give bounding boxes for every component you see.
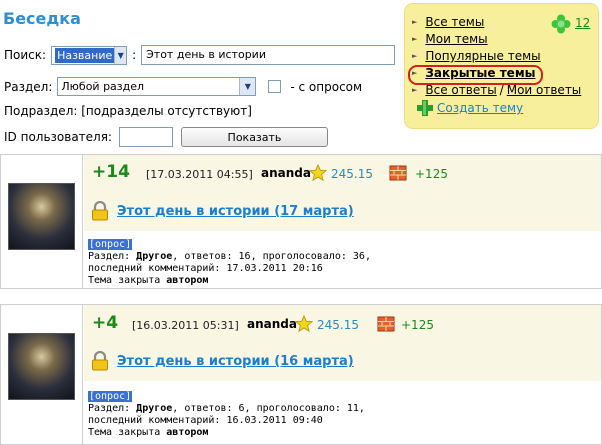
topic-card: +4 [16.03.2011 05:31] ananda 245.15 +125… [0,304,602,445]
menu-link-closed[interactable]: Закрытые темы [425,66,535,80]
topic-title: Этот день в истории (17 марта) [117,204,354,219]
user-id-label: ID пользователя: [4,130,112,144]
show-button[interactable]: Показать [180,127,328,147]
topic-date: [16.03.2011 05:31] [132,319,239,332]
meta-stats: , ответов: 16, проголосовало: 36, [172,251,371,262]
author-rating: 245.15 [331,167,373,181]
star-icon [309,164,327,182]
topic-card: +14 [17.03.2011 04:55] ananda 245.15 +12… [0,154,602,289]
poll-checkbox[interactable] [268,80,282,93]
author-rating: 245.15 [317,318,359,332]
section-row: Раздел: Любой раздел ▼ - с опросом [4,77,362,96]
menu-item-answers: ► Все ответы / Мои ответы [412,83,581,97]
menu-link-popular[interactable]: Популярные темы [425,49,540,63]
search-colon: : [132,48,137,62]
bullet-icon: ► [412,86,418,94]
brick-icon [377,316,395,332]
section-label: Раздел: [4,79,53,94]
chevron-down-icon: ▼ [114,46,127,64]
bullet-icon: ► [412,18,418,26]
meta-closed-by: автором [166,427,209,438]
bullet-icon: ► [412,52,418,60]
online-count[interactable]: 12 [575,16,590,30]
menu-item-closed[interactable]: ► Закрытые темы [412,66,535,80]
search-field-value: Название [55,47,115,63]
menu-link-all-answers[interactable]: Все ответы [425,83,496,97]
menu-link-my-topics[interactable]: Мои темы [425,32,487,46]
poll-badge: [опрос] [88,239,133,250]
topics-menu: ► Все темы ► Мои темы ► Популярные темы … [404,3,599,129]
bullet-icon: ► [412,69,418,77]
topic-score: +4 [92,313,119,333]
author-karma: +125 [401,318,434,332]
meta-stats: , ответов: 6, проголосовало: 11, [172,403,365,414]
menu-item-my-topics[interactable]: ► Мои темы [412,32,488,46]
topic-title: Этот день в истории (16 марта) [117,354,354,369]
topic-date: [17.03.2011 04:55] [146,168,253,181]
online-flower-icon [551,14,571,34]
menu-item-create[interactable]: Создать тему [415,98,523,118]
topic-link[interactable]: Этот день в истории (16 марта) [117,354,354,369]
meta-last-comment: последний комментарий: 17.03.2011 20:16 [88,263,323,274]
section-value: Любой раздел [61,80,145,93]
poll-label: - с опросом [290,79,363,94]
meta-section-prefix: Раздел: [88,251,137,262]
lock-icon [92,351,108,371]
menu-item-popular[interactable]: ► Популярные темы [412,49,541,63]
brick-icon [389,165,407,181]
chevron-down-icon: ▼ [239,78,256,95]
avatar[interactable] [8,183,75,250]
menu-link-all-topics[interactable]: Все темы [425,15,484,29]
user-id-row: ID пользователя: Показать [4,127,328,147]
user-id-input[interactable] [118,127,173,147]
meta-section-prefix: Раздел: [88,403,137,414]
search-input[interactable]: Этот день в истории [141,45,396,65]
meta-category: Другое [136,403,173,414]
plus-icon [417,100,433,116]
topic-author[interactable]: ananda [261,166,311,180]
star-icon [295,315,313,333]
meta-last-comment: последний комментарий: 16.03.2011 09:40 [88,415,323,426]
author-karma: +125 [415,167,448,181]
meta-closed-by: автором [166,275,209,286]
topic-header-band [84,305,601,381]
meta-closed-prefix: Тема закрыта [88,275,167,286]
lock-icon [92,201,108,221]
topic-score: +14 [92,162,130,182]
bullet-icon: ► [412,35,418,43]
menu-link-my-answers[interactable]: Мои ответы [507,83,582,97]
topic-author[interactable]: ananda [247,317,297,331]
section-select[interactable]: Любой раздел ▼ [57,77,257,96]
menu-separator: / [499,83,504,97]
search-field-select[interactable]: Название ▼ [51,45,128,65]
poll-badge: [опрос] [88,391,133,402]
search-row: Поиск: Название ▼ : Этот день в истории [4,45,396,65]
meta-closed-prefix: Тема закрыта [88,427,167,438]
menu-item-all-topics[interactable]: ► Все темы [412,15,484,29]
topic-link[interactable]: Этот день в истории (17 марта) [117,204,354,219]
topic-meta: [опрос] Раздел: Другое, ответов: 6, прог… [88,391,365,439]
search-label: Поиск: [4,48,47,62]
meta-category: Другое [136,251,173,262]
topic-meta: [опрос] Раздел: Другое, ответов: 16, про… [88,239,371,287]
page-title: Беседка [3,9,81,28]
menu-link-create[interactable]: Создать тему [437,101,523,115]
subsection-text: Подраздел: [подразделы отсутствуют] [4,104,252,118]
avatar[interactable] [8,333,75,400]
